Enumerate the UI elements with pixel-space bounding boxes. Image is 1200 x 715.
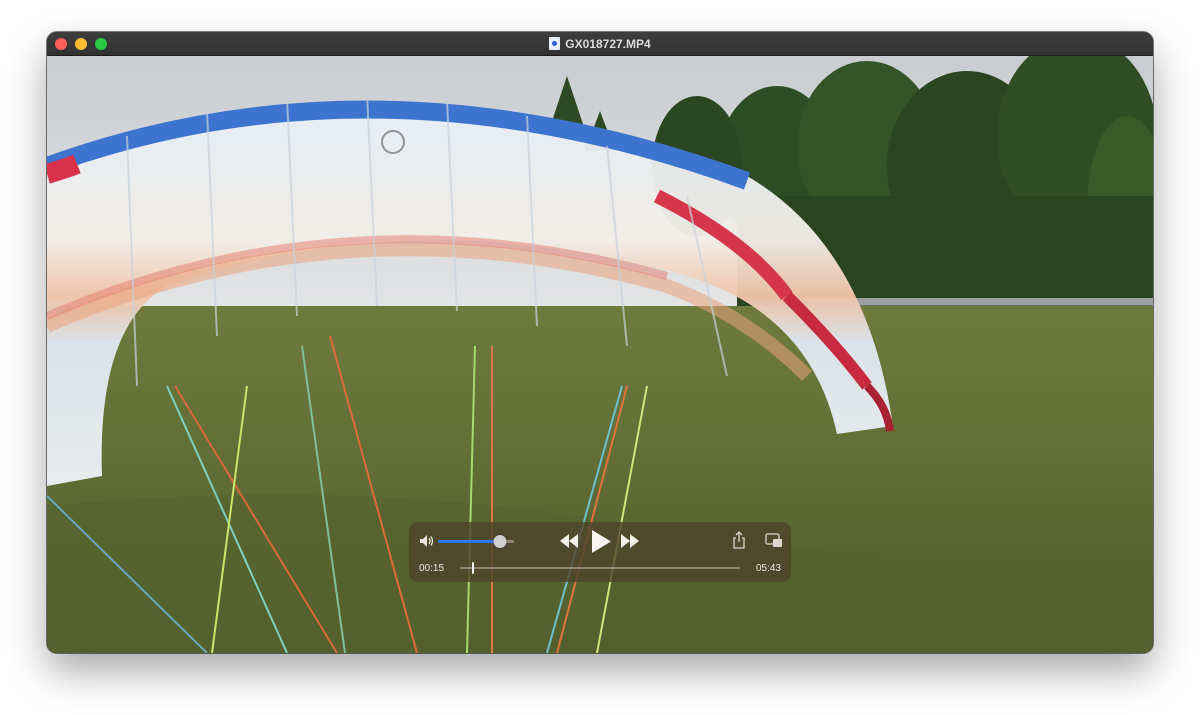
fast-forward-icon[interactable] bbox=[621, 534, 639, 548]
volume-level bbox=[438, 540, 501, 543]
rewind-icon[interactable] bbox=[560, 534, 578, 548]
volume-slider[interactable] bbox=[438, 535, 514, 548]
timeline-scrubber[interactable] bbox=[460, 562, 740, 574]
play-icon[interactable] bbox=[590, 529, 612, 554]
close-button[interactable] bbox=[55, 38, 67, 50]
video-document-icon bbox=[549, 37, 561, 50]
window-title-text: GX018727.MP4 bbox=[565, 36, 651, 51]
zoom-button[interactable] bbox=[95, 38, 107, 50]
total-duration: 05:43 bbox=[755, 563, 781, 574]
video-frame[interactable]: 00:15 05:43 bbox=[47, 56, 1153, 653]
title-bar[interactable]: GX018727.MP4 bbox=[47, 32, 1153, 56]
playhead[interactable] bbox=[472, 562, 475, 574]
picture-in-picture-icon[interactable] bbox=[765, 533, 783, 548]
window-title: GX018727.MP4 bbox=[549, 36, 651, 51]
share-icon[interactable] bbox=[732, 531, 746, 549]
volume-knob[interactable] bbox=[493, 535, 507, 548]
window-controls bbox=[55, 38, 107, 50]
speaker-icon[interactable] bbox=[419, 534, 435, 548]
playback-controls: 00:15 05:43 bbox=[409, 522, 791, 582]
player-window: GX018727.MP4 00:15 05:43 bbox=[47, 32, 1153, 653]
elapsed-time: 00:15 bbox=[419, 563, 445, 574]
minimize-button[interactable] bbox=[75, 38, 87, 50]
